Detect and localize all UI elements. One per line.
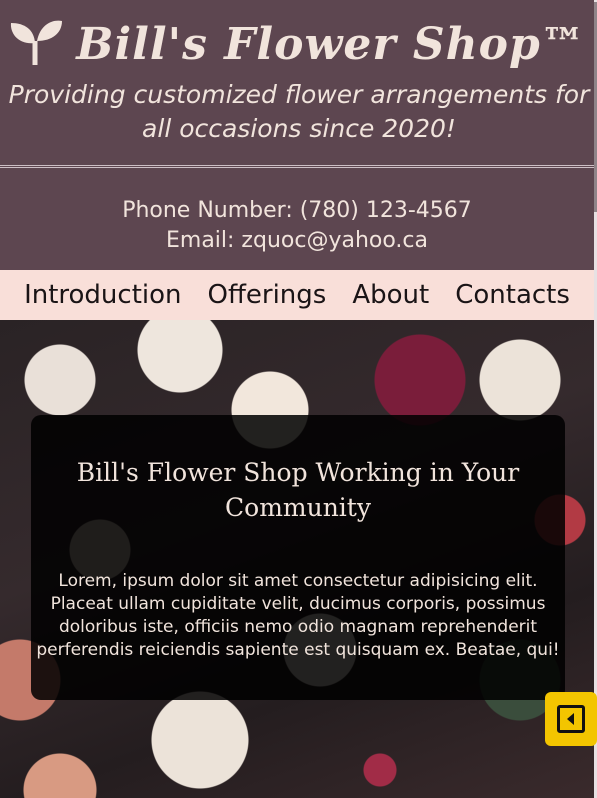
contact-info: Phone Number: (780) 123-4567 Email: zquo… [0,168,594,270]
nav-item-introduction[interactable]: Introduction [24,270,181,320]
sprout-icon [8,19,64,70]
nav-item-offerings[interactable]: Offerings [208,270,327,320]
nav-item-contacts[interactable]: Contacts [455,270,570,320]
hero-text: Lorem, ipsum dolor sit amet consectetur … [36,571,560,660]
hero-section: Bill's Flower Shop Working in Your Commu… [0,320,594,798]
nav-item-about[interactable]: About [352,270,429,320]
collapse-left-icon [557,705,585,733]
main-nav: Introduction Offerings About Contacts [0,270,594,320]
hero-title: Bill's Flower Shop Working in Your Commu… [76,458,520,522]
page: Bill's Flower Shop™ Providing customized… [0,0,594,798]
phone-number: Phone Number: (780) 123-4567 [122,198,472,223]
brand-title: Bill's Flower Shop™ [76,18,586,70]
brand: Bill's Flower Shop™ [0,10,594,78]
hero-overlay: Bill's Flower Shop Working in Your Commu… [31,415,565,700]
collapse-button[interactable] [545,692,597,746]
email-address: Email: zquoc@yahoo.ca [165,228,428,253]
tagline: Providing customized flower arrangements… [8,80,590,143]
site-header: Bill's Flower Shop™ Providing customized… [0,0,594,165]
